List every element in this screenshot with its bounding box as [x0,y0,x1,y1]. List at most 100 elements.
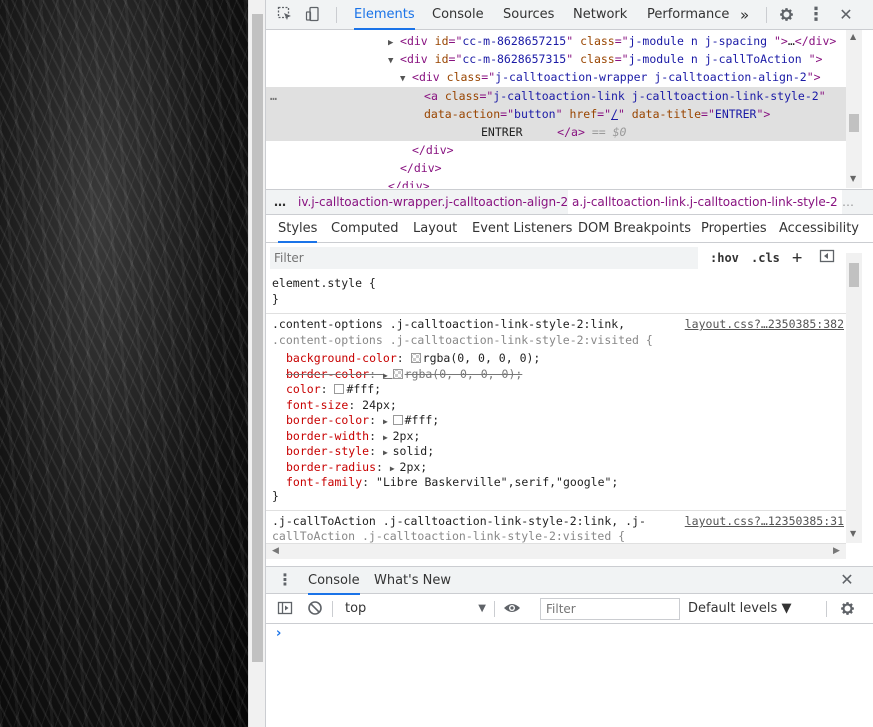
tab-properties[interactable]: Properties [701,215,767,243]
css-property-name[interactable]: border-style [286,444,369,458]
tab-sources[interactable]: Sources [503,0,554,30]
breadcrumb-item-selected[interactable]: a.j-calltoaction-link.j-calltoaction-lin… [568,190,842,214]
rule-selector[interactable]: callToAction .j-calltoaction-link-style-… [272,528,625,543]
css-property-row[interactable]: font-size: 24px; [286,397,397,413]
drawer-menu-icon[interactable]: ⋮ [276,571,294,589]
tab-accessibility[interactable]: Accessibility [779,215,859,243]
expand-shorthand-icon[interactable]: ▶ [383,448,393,457]
hover-state-toggle[interactable]: :hov [710,248,739,268]
inspect-element-icon[interactable] [276,6,294,24]
rule-source-link[interactable]: layout.css?…12350385:31 [685,513,844,529]
page-scrollbar-thumb[interactable] [252,14,263,662]
node-actions-dots[interactable]: … [270,89,277,103]
css-property-row[interactable]: border-width: ▶ 2px; [286,428,420,444]
dom-node-row[interactable]: ▼ <div class="j-calltoaction-wrapper j-ca… [266,68,862,86]
css-property-name[interactable]: color [286,382,321,396]
expand-shorthand-icon[interactable]: ▶ [383,417,393,426]
elements-scrollbar-thumb[interactable] [849,114,859,132]
rule-selector[interactable]: .content-options .j-calltoaction-link-st… [272,332,653,348]
rule-source-link[interactable]: layout.css?…2350385:382 [685,316,844,332]
tab-event-listeners[interactable]: Event Listeners [472,215,572,243]
drawer-tab-console[interactable]: Console [308,567,360,595]
css-property-value[interactable]: 24px; [362,398,397,412]
rule-selector[interactable]: .j-callToAction .j-calltoaction-link-sty… [272,513,646,529]
css-property-row[interactable]: color: #fff; [286,381,381,397]
dom-node-row[interactable]: </div> [266,177,862,188]
tab-network[interactable]: Network [573,0,627,30]
customize-menu-icon[interactable]: ⋮ [807,6,825,24]
tab-console[interactable]: Console [432,0,484,30]
toggle-sidebar-icon[interactable] [819,248,835,268]
color-swatch-icon[interactable] [410,353,421,363]
dom-node-row[interactable]: ▶ <div id="cc-m-8628657215" class="j-modu… [266,32,862,50]
breadcrumb-item[interactable]: iv.j-calltoaction-wrapper.j-calltoaction… [298,190,568,214]
console-prompt-icon[interactable]: › [276,626,281,641]
console-settings-gear-icon[interactable] [838,600,856,618]
tab-dom-breakpoints[interactable]: DOM Breakpoints [578,215,691,243]
tab-computed[interactable]: Computed [331,215,399,243]
css-property-value[interactable]: #fff; [346,382,381,396]
class-toggle[interactable]: .cls [751,248,780,268]
log-levels-dropdown[interactable]: Default levels ▼ [688,598,791,620]
css-property-value[interactable]: 2px; [393,429,421,443]
settings-gear-icon[interactable] [777,6,795,24]
css-property-row[interactable]: border-style: ▶ solid; [286,443,434,459]
styles-filter-input[interactable]: Filter [270,247,698,269]
css-property-value[interactable]: rgba(0, 0, 0, 0); [423,351,541,365]
css-property-row[interactable]: border-radius: ▶ 2px; [286,459,427,475]
css-property-value[interactable]: solid; [393,444,435,458]
page-scrollbar[interactable] [248,0,265,727]
live-expression-eye-icon[interactable] [503,600,521,618]
css-property-row[interactable]: background-color: rgba(0, 0, 0, 0); [286,350,540,366]
clear-console-icon[interactable] [306,600,324,618]
css-property-name[interactable]: border-width [286,429,369,443]
expand-shorthand-icon[interactable]: ▶ [390,464,400,473]
tab-performance[interactable]: Performance [647,0,729,30]
css-property-name[interactable]: background-color [286,351,397,365]
css-property-row[interactable]: border-color: ▶ rgba(0, 0, 0, 0); [286,366,522,382]
css-property-name[interactable]: font-size [286,398,348,412]
dom-node-row[interactable]: </div> [266,141,862,159]
css-property-value[interactable]: "Libre Baskerville",serif,"google"; [376,475,618,489]
dom-node-row-selected[interactable]: ENTRER </a> == $0 [266,123,862,141]
color-swatch-icon[interactable] [392,415,403,425]
tab-styles[interactable]: Styles [278,215,318,243]
css-property-name[interactable]: font-family [286,475,362,489]
more-tabs-button[interactable]: » [740,0,749,30]
close-drawer-icon[interactable]: ✕ [838,571,856,589]
close-devtools-icon[interactable]: ✕ [837,6,855,24]
tab-elements[interactable]: Elements [354,0,415,30]
css-property-name[interactable]: border-radius [286,460,376,474]
css-property-row[interactable]: border-color: ▶ #fff; [286,412,439,428]
elements-scrollbar[interactable]: ▲ ▼ [846,30,862,188]
expand-shorthand-icon[interactable]: ▶ [383,433,393,442]
element-style-selector[interactable]: element.style { [272,275,376,291]
breadcrumb-more[interactable]: … [842,190,854,214]
dom-node-row-selected[interactable]: … <a class="j-calltoaction-link j-callto… [266,87,862,105]
rule-selector[interactable]: .content-options .j-calltoaction-link-st… [272,316,625,332]
device-toolbar-icon[interactable] [304,6,322,24]
color-swatch-icon[interactable] [334,384,345,394]
expand-shorthand-icon[interactable]: ▶ [383,371,393,380]
new-style-rule-button[interactable]: + [792,248,802,268]
drawer-tab-whats-new[interactable]: What's New [374,567,451,595]
console-filter-input[interactable]: Filter [540,598,680,620]
css-property-value[interactable]: rgba(0, 0, 0, 0); [405,367,523,381]
dom-node-row[interactable]: </div> [266,159,862,177]
color-swatch-icon[interactable] [392,368,403,379]
breadcrumb-overflow[interactable]: … [274,190,286,214]
styles-scrollbar[interactable]: ▼ [846,253,862,543]
css-property-name[interactable]: border-color [286,367,369,381]
css-property-name[interactable]: border-color [286,413,369,427]
css-property-row[interactable]: font-family: "Libre Baskerville",serif,"… [286,474,618,490]
dom-node-row-selected[interactable]: data-action="button" href="/" data-title… [266,105,862,123]
css-property-value[interactable]: #fff; [405,413,440,427]
dom-node-row[interactable]: ▼ <div id="cc-m-8628657315" class="j-modu… [266,50,862,68]
show-console-sidebar-icon[interactable] [276,600,294,618]
javascript-context-select[interactable]: top ▼ [342,598,488,620]
styles-scrollbar-thumb[interactable] [849,263,859,287]
tab-layout[interactable]: Layout [413,215,457,243]
css-property-value[interactable]: 2px; [400,460,428,474]
collapse-triangle-icon[interactable]: ▼ [400,70,412,88]
styles-horizontal-scrollbar[interactable]: ◀ ▶ [266,543,846,559]
